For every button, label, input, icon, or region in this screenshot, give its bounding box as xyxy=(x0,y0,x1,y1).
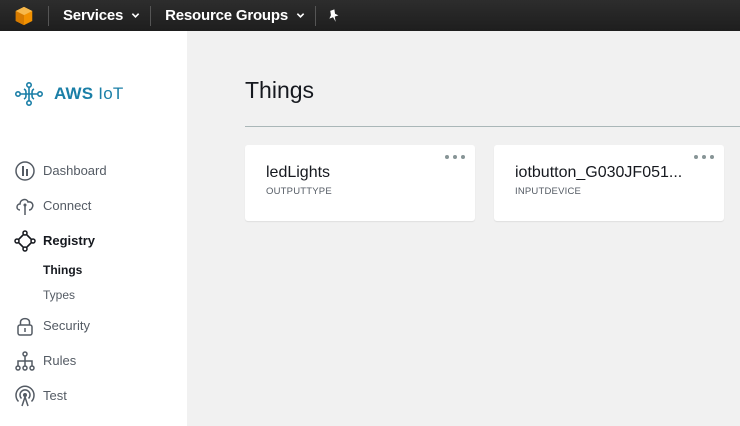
main-content: Things ledLights OUTPUTTYPE iotbutton_G0… xyxy=(187,31,740,426)
sidebar-item-security[interactable]: Security xyxy=(14,308,107,343)
sidebar-item-label: Security xyxy=(43,318,90,333)
sidebar-item-connect[interactable]: Connect xyxy=(14,188,107,223)
chevron-down-icon xyxy=(131,13,140,18)
resource-groups-menu-button[interactable]: Resource Groups xyxy=(151,0,315,31)
thing-type: OUTPUTTYPE xyxy=(266,186,332,197)
thing-name: iotbutton_G030JF051... xyxy=(515,164,683,181)
cloud-icon xyxy=(16,198,34,215)
more-options-icon[interactable] xyxy=(694,151,714,163)
dashboard-icon xyxy=(15,160,35,181)
sidebar-subitem-things[interactable]: Things xyxy=(14,258,107,283)
resource-groups-label: Resource Groups xyxy=(165,7,288,24)
broadcast-icon xyxy=(15,385,35,406)
services-label: Services xyxy=(63,7,124,24)
more-options-icon[interactable] xyxy=(445,151,465,163)
registry-icon xyxy=(14,229,36,252)
sidebar-item-label: Connect xyxy=(43,198,92,213)
sidebar-item-test[interactable]: Test xyxy=(14,378,107,413)
pin-button[interactable] xyxy=(316,0,352,31)
top-nav-bar: Services Resource Groups xyxy=(0,0,740,31)
sidebar-item-label: Test xyxy=(43,388,67,403)
pin-icon xyxy=(329,8,339,22)
sidebar-item-dashboard[interactable]: Dashboard xyxy=(14,153,107,188)
thing-name: ledLights xyxy=(266,164,331,181)
chevron-down-icon xyxy=(296,13,305,18)
sidebar-item-registry[interactable]: Registry xyxy=(14,223,107,258)
rules-icon xyxy=(15,350,35,371)
services-menu-button[interactable]: Services xyxy=(49,0,150,31)
thing-card[interactable]: ledLights OUTPUTTYPE xyxy=(245,145,475,221)
sidebar: AWS IoT Dashboard Connect Registry Thing… xyxy=(0,31,187,426)
sidebar-subitem-types[interactable]: Types xyxy=(14,283,107,308)
thing-card[interactable]: iotbutton_G030JF051... INPUTDEVICE xyxy=(494,145,724,221)
lock-icon xyxy=(17,317,33,336)
aws-iot-logo-icon xyxy=(14,81,43,106)
sidebar-nav: Dashboard Connect Registry Things Types xyxy=(14,153,107,413)
aws-logo-icon[interactable] xyxy=(0,0,48,31)
sidebar-item-label: Registry xyxy=(43,233,96,248)
sidebar-item-label: Dashboard xyxy=(43,163,107,178)
sidebar-item-label: Rules xyxy=(43,353,77,368)
title-divider xyxy=(245,126,740,127)
brand-title: AWS IoT xyxy=(54,84,124,103)
thing-type: INPUTDEVICE xyxy=(515,186,582,197)
aws-iot-brand[interactable]: AWS IoT xyxy=(14,81,123,107)
sidebar-item-rules[interactable]: Rules xyxy=(14,343,107,378)
page-title: Things xyxy=(245,77,315,103)
